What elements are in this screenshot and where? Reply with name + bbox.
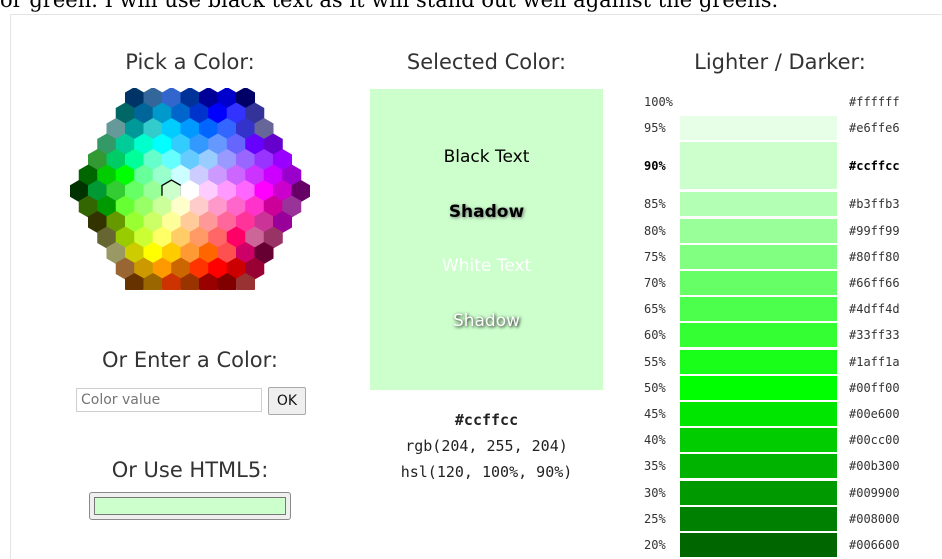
- shade-percent: 80%: [644, 223, 666, 238]
- shade-percent: 40%: [644, 433, 666, 448]
- selected-hex-value: #ccffcc: [454, 411, 519, 429]
- shade-row[interactable]: 30% #009900: [630, 480, 942, 506]
- shade-hex: #b3ffb3: [849, 197, 900, 212]
- shade-swatch[interactable]: [680, 192, 837, 217]
- shade-row[interactable]: 65% #4dff4d: [630, 296, 942, 322]
- page-intro-text: or green. I will use black text as it wi…: [0, 0, 779, 12]
- shade-swatch[interactable]: [680, 90, 837, 114]
- shade-swatch[interactable]: [680, 297, 837, 322]
- shade-percent: 25%: [644, 511, 666, 526]
- shade-row[interactable]: 40% #00cc00: [630, 427, 942, 453]
- shade-row[interactable]: 75% #80ff80: [630, 244, 942, 270]
- shade-percent: 30%: [644, 485, 666, 500]
- white-shadow-sample: Shadow: [452, 311, 521, 331]
- shade-percent: 50%: [644, 380, 666, 395]
- shade-row[interactable]: 95% #e6ffe6: [630, 115, 942, 141]
- shade-row[interactable]: 100% #ffffff: [630, 89, 942, 115]
- shade-swatch[interactable]: [680, 454, 837, 479]
- shade-swatch[interactable]: [680, 506, 837, 531]
- shade-hex: #66ff66: [849, 276, 900, 290]
- shade-hex: #1aff1a: [849, 354, 900, 369]
- selected-hsl-value: hsl(120, 100%, 90%): [400, 463, 573, 481]
- shade-swatch[interactable]: [680, 480, 837, 505]
- shade-row[interactable]: 20% #006600: [630, 532, 942, 558]
- shade-percent: 90%: [644, 159, 666, 174]
- shade-hex: #ffffff: [849, 95, 900, 109]
- shade-hex: #009900: [849, 485, 900, 500]
- shade-percent: 65%: [644, 302, 666, 317]
- shade-swatch[interactable]: [680, 349, 837, 374]
- shade-hex: #ccffcc: [849, 159, 900, 174]
- shade-row[interactable]: 45% #00e600: [630, 401, 942, 427]
- shade-row[interactable]: 50% #00ff00: [630, 375, 942, 401]
- selected-color-heading: Selected Color:: [406, 50, 567, 74]
- shade-row[interactable]: 55% #1aff1a: [630, 349, 942, 375]
- shade-percent: 20%: [644, 538, 666, 552]
- shade-row[interactable]: 85% #b3ffb3: [630, 191, 942, 217]
- lighter-darker-heading: Lighter / Darker:: [694, 50, 866, 74]
- shade-swatch[interactable]: [680, 428, 837, 453]
- black-text-sample: Black Text: [443, 147, 530, 167]
- shade-hex: #006600: [849, 538, 900, 552]
- shade-swatch[interactable]: [680, 271, 837, 295]
- shade-percent: 70%: [644, 276, 666, 290]
- shade-swatch[interactable]: [680, 244, 837, 269]
- ok-button[interactable]: OK: [268, 387, 306, 415]
- shade-hex: #4dff4d: [849, 302, 900, 317]
- shade-percent: 35%: [644, 459, 666, 474]
- shade-row[interactable]: 70% #66ff66: [630, 270, 942, 296]
- white-text-sample: White Text: [441, 256, 532, 276]
- html5-color-input[interactable]: [89, 492, 291, 520]
- shade-hex: #00e600: [849, 407, 900, 421]
- shade-row[interactable]: 35% #00b300: [630, 453, 942, 479]
- shade-row[interactable]: 80% #99ff99: [630, 218, 942, 244]
- html5-color-swatch: [94, 497, 286, 515]
- enter-color-heading: Or Enter a Color:: [102, 348, 278, 372]
- shade-swatch[interactable]: [680, 533, 837, 557]
- shade-hex: #e6ffe6: [849, 121, 900, 136]
- shade-hex: #00b300: [849, 459, 900, 474]
- shade-percent: 95%: [644, 121, 666, 136]
- selected-color-preview: Black Text Shadow White Text Shadow: [370, 89, 603, 390]
- shade-hex: #80ff80: [849, 249, 900, 264]
- shade-row[interactable]: 60% #33ff33: [630, 322, 942, 348]
- shade-row[interactable]: 25% #008000: [630, 506, 942, 532]
- shade-percent: 100%: [644, 95, 673, 109]
- selected-rgb-value: rgb(204, 255, 204): [405, 437, 568, 455]
- shade-percent: 45%: [644, 407, 666, 421]
- shade-hex: #33ff33: [849, 328, 900, 343]
- shade-swatch[interactable]: [680, 218, 837, 243]
- shade-percent: 60%: [644, 328, 666, 343]
- black-shadow-sample: Shadow: [448, 202, 525, 222]
- shade-swatch[interactable]: [680, 375, 837, 400]
- shade-percent: 75%: [644, 249, 666, 264]
- shade-swatch[interactable]: [680, 402, 837, 426]
- shade-swatch[interactable]: [680, 323, 837, 348]
- shade-hex: #00cc00: [849, 433, 900, 448]
- pick-color-heading: Pick a Color:: [125, 50, 255, 74]
- shade-swatch[interactable]: [680, 142, 837, 190]
- color-hexagon-map[interactable]: [70, 88, 310, 290]
- shade-hex: #99ff99: [849, 223, 900, 238]
- html5-heading: Or Use HTML5:: [111, 458, 269, 482]
- color-value-input[interactable]: [76, 388, 262, 412]
- shade-row[interactable]: 90% #ccffcc: [630, 141, 942, 191]
- shade-swatch[interactable]: [680, 116, 837, 141]
- shade-percent: 55%: [644, 354, 666, 369]
- shade-percent: 85%: [644, 197, 666, 212]
- shade-hex: #008000: [849, 511, 900, 526]
- shade-hex: #00ff00: [849, 380, 900, 395]
